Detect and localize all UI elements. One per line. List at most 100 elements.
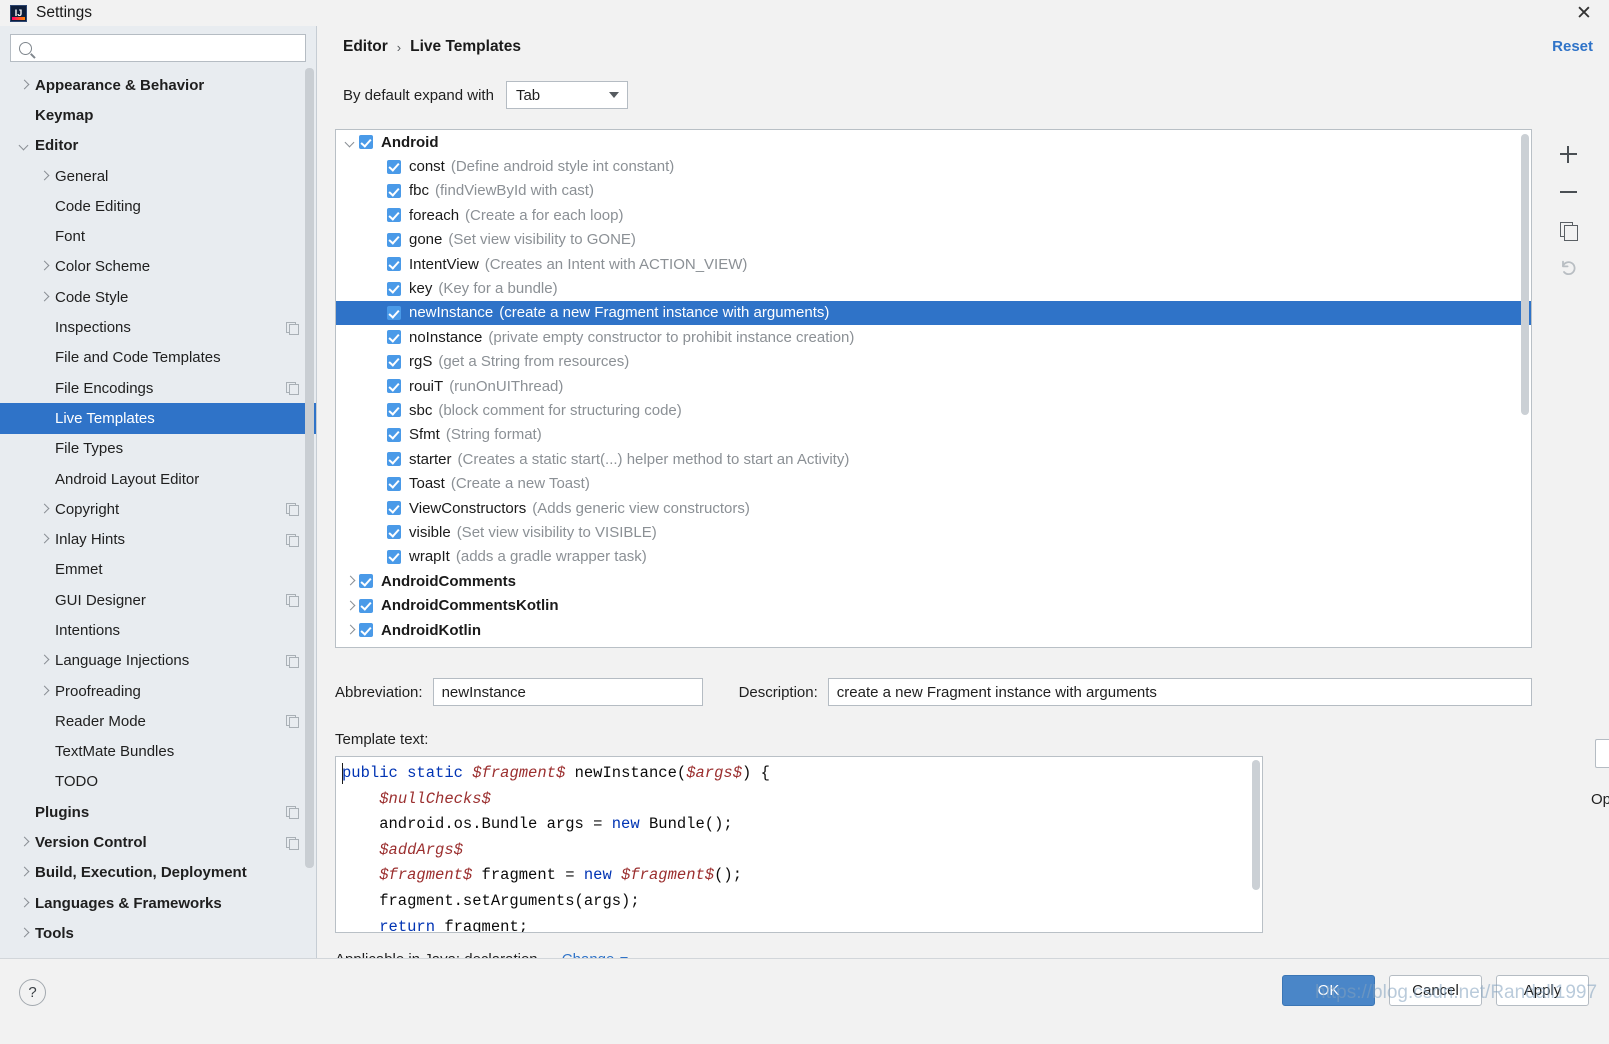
template-row[interactable]: foreach (Create a for each loop) (336, 203, 1531, 227)
ok-button[interactable]: OK (1282, 975, 1375, 1006)
copy-settings-icon[interactable] (286, 503, 299, 517)
template-group-row[interactable]: AndroidKotlin (336, 618, 1531, 642)
template-row[interactable]: noInstance (private empty constructor to … (336, 325, 1531, 349)
remove-icon[interactable] (1551, 175, 1585, 209)
sidebar-item-inspections[interactable]: Inspections (0, 312, 316, 342)
templates-tree[interactable]: Android const (Define android style int co… (335, 129, 1532, 648)
template-checkbox[interactable] (387, 427, 401, 442)
copy-settings-icon[interactable] (286, 594, 299, 608)
chevron-right-icon[interactable] (38, 291, 51, 304)
search-box[interactable] (10, 34, 306, 62)
chevron-right-icon[interactable] (18, 836, 31, 849)
sidebar-item-build-execution-deployment[interactable]: Build, Execution, Deployment (0, 858, 316, 888)
template-checkbox[interactable] (387, 159, 401, 174)
copy-settings-icon[interactable] (286, 715, 299, 729)
chevron-right-icon[interactable] (18, 866, 31, 879)
template-checkbox[interactable] (387, 208, 401, 223)
template-row[interactable]: IntentView (Creates an Intent with ACTION… (336, 252, 1531, 276)
search-input[interactable] (39, 40, 297, 56)
chevron-right-icon[interactable] (38, 170, 51, 183)
template-row[interactable]: Sfmt (String format) (336, 423, 1531, 447)
sidebar-item-proofreading[interactable]: Proofreading (0, 676, 316, 706)
cancel-button[interactable]: Cancel (1389, 975, 1482, 1006)
sidebar-item-language-injections[interactable]: Language Injections (0, 646, 316, 676)
duplicate-icon[interactable] (1551, 213, 1585, 247)
sidebar-item-version-control[interactable]: Version Control (0, 827, 316, 857)
close-icon[interactable]: ✕ (1571, 2, 1597, 24)
sidebar-item-emmet[interactable]: Emmet (0, 555, 316, 585)
sidebar-item-inlay-hints[interactable]: Inlay Hints (0, 524, 316, 554)
copy-settings-icon[interactable] (286, 806, 299, 820)
sidebar-item-color-scheme[interactable]: Color Scheme (0, 252, 316, 282)
templates-tree-scrollbar[interactable] (1520, 131, 1530, 647)
sidebar-item-plugins[interactable]: Plugins (0, 797, 316, 827)
sidebar-item-appearance-behavior[interactable]: Appearance & Behavior (0, 70, 316, 100)
chevron-right-icon[interactable] (38, 654, 51, 667)
copy-settings-icon[interactable] (286, 321, 299, 335)
sidebar-item-tools[interactable]: Tools (0, 918, 316, 948)
reset-link[interactable]: Reset (1552, 38, 1593, 55)
sidebar-item-intentions[interactable]: Intentions (0, 615, 316, 645)
template-checkbox[interactable] (387, 257, 401, 272)
template-row[interactable]: newInstance (create a new Fragment instan… (336, 300, 1531, 326)
help-icon[interactable]: ? (19, 979, 46, 1006)
copy-settings-icon[interactable] (286, 533, 299, 547)
template-checkbox[interactable] (387, 549, 401, 564)
chevron-right-icon[interactable] (342, 598, 359, 614)
sidebar-scrollbar-thumb[interactable] (305, 68, 314, 868)
template-checkbox[interactable] (359, 574, 373, 589)
template-checkbox[interactable] (359, 598, 373, 613)
template-checkbox[interactable] (387, 501, 401, 516)
chevron-right-icon[interactable] (18, 79, 31, 92)
template-checkbox[interactable] (387, 525, 401, 540)
template-row[interactable]: rouiT (runOnUIThread) (336, 374, 1531, 398)
sidebar-item-todo[interactable]: TODO (0, 767, 316, 797)
template-row[interactable]: gone (Set view visibility to GONE) (336, 228, 1531, 252)
apply-button[interactable]: Apply (1496, 975, 1589, 1006)
add-icon[interactable] (1551, 137, 1585, 171)
sidebar-item-file-encodings[interactable]: File Encodings (0, 373, 316, 403)
template-text-editor[interactable]: public static $fragment$ newInstance($ar… (335, 756, 1263, 933)
template-text-scrollbar-thumb[interactable] (1252, 760, 1260, 890)
template-text-scrollbar[interactable] (1251, 758, 1261, 932)
copy-settings-icon[interactable] (286, 836, 299, 850)
chevron-right-icon[interactable] (342, 573, 359, 589)
sidebar-item-code-style[interactable]: Code Style (0, 282, 316, 312)
template-checkbox[interactable] (387, 476, 401, 491)
sidebar-item-languages-frameworks[interactable]: Languages & Frameworks (0, 888, 316, 918)
sidebar-scrollbar[interactable] (305, 64, 314, 944)
sidebar-item-android-layout-editor[interactable]: Android Layout Editor (0, 464, 316, 494)
sidebar-item-keymap[interactable]: Keymap (0, 100, 316, 130)
sidebar-item-textmate-bundles[interactable]: TextMate Bundles (0, 737, 316, 767)
sidebar-item-reader-mode[interactable]: Reader Mode (0, 706, 316, 736)
template-checkbox[interactable] (387, 452, 401, 467)
template-checkbox[interactable] (387, 232, 401, 247)
templates-tree-scrollbar-thumb[interactable] (1521, 134, 1529, 415)
sidebar-item-live-templates[interactable]: Live Templates (0, 403, 316, 434)
breadcrumb-parent[interactable]: Editor (343, 38, 388, 56)
template-row[interactable]: sbc (block comment for structuring code) (336, 398, 1531, 422)
sidebar-item-code-editing[interactable]: Code Editing (0, 191, 316, 221)
chevron-right-icon[interactable] (38, 685, 51, 698)
template-group-row[interactable]: AndroidComments (336, 569, 1531, 593)
copy-settings-icon[interactable] (286, 654, 299, 668)
template-row[interactable]: wrapIt (adds a gradle wrapper task) (336, 545, 1531, 569)
sidebar-item-general[interactable]: General (0, 161, 316, 191)
chevron-right-icon[interactable] (38, 533, 51, 546)
copy-settings-icon[interactable] (286, 382, 299, 396)
chevron-down-icon[interactable] (18, 139, 31, 152)
sidebar-item-file-types[interactable]: File Types (0, 434, 316, 464)
sidebar-item-copyright[interactable]: Copyright (0, 494, 316, 524)
template-row[interactable]: Toast (Create a new Toast) (336, 471, 1531, 495)
template-checkbox[interactable] (387, 354, 401, 369)
template-checkbox[interactable] (387, 379, 401, 394)
template-row[interactable]: const (Define android style int constant) (336, 154, 1531, 178)
abbreviation-input[interactable]: newInstance (432, 678, 703, 706)
template-checkbox[interactable] (359, 623, 373, 637)
template-checkbox[interactable] (387, 403, 401, 418)
template-row[interactable]: rgS (get a String from resources) (336, 350, 1531, 374)
template-checkbox[interactable] (387, 305, 401, 320)
template-checkbox[interactable] (387, 183, 401, 198)
chevron-right-icon[interactable] (342, 622, 359, 638)
template-group-row[interactable]: Android (336, 130, 1531, 154)
